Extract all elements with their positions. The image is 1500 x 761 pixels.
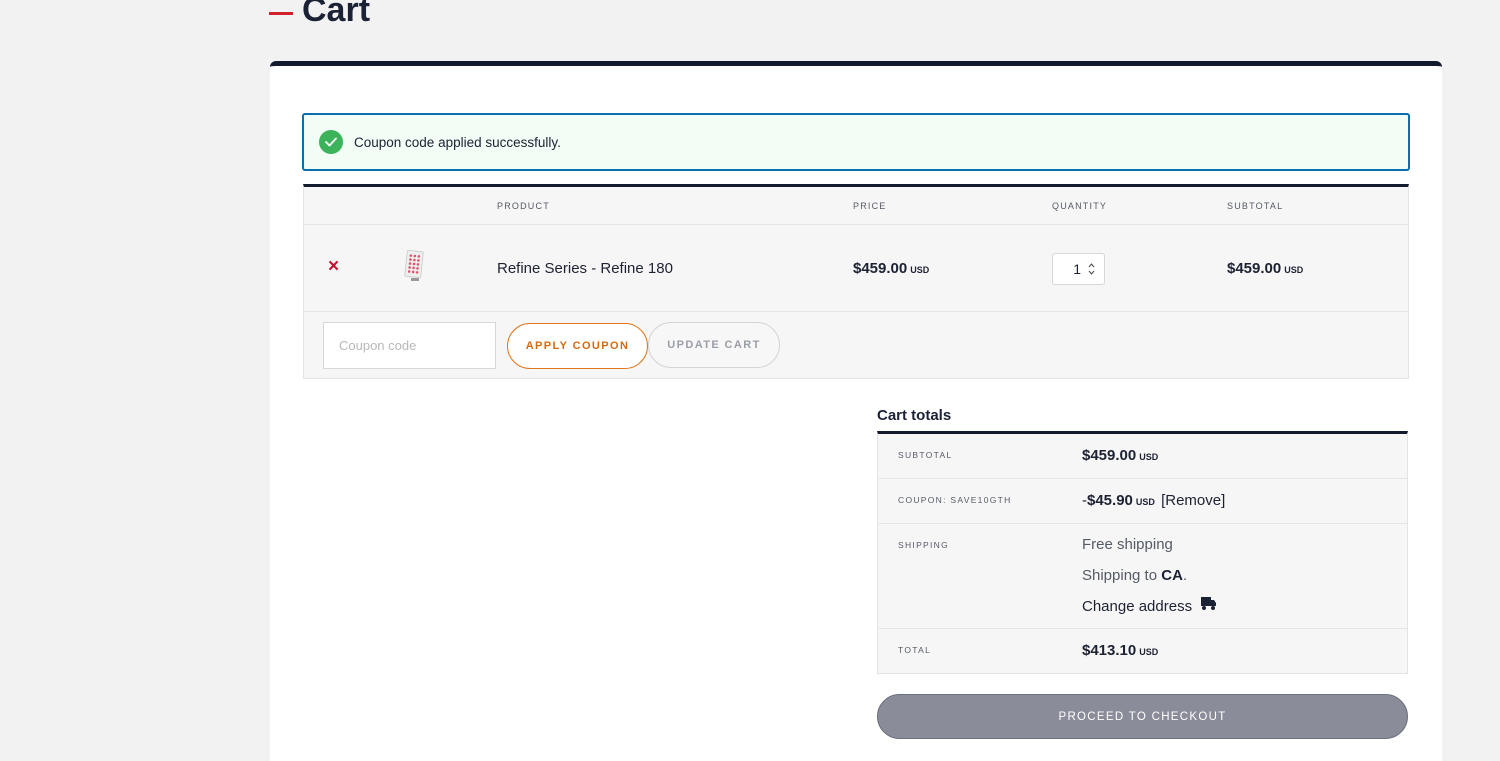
item-price-value: $459.00 (853, 260, 908, 277)
totals-coupon-label: COUPON: SAVE10GTH (898, 495, 1012, 505)
cart-table: PRODUCT PRICE QUANTITY SUBTOTAL × Refine… (303, 184, 1409, 379)
check-circle-icon (319, 130, 343, 154)
cart-actions-row: APPLY COUPON UPDATE CART (304, 312, 1408, 378)
product-name-link[interactable]: Refine Series - Refine 180 (497, 260, 673, 277)
update-cart-button[interactable]: UPDATE CART (648, 322, 780, 368)
shipping-region: CA (1161, 567, 1183, 584)
totals-coupon-row: COUPON: SAVE10GTH -$45.90 USD [Remove] (878, 479, 1407, 524)
shipping-to-prefix: Shipping to (1082, 567, 1162, 584)
item-price: $459.00 USD (853, 260, 929, 277)
truck-icon[interactable] (1200, 591, 1217, 622)
change-address-text[interactable]: Change address (1082, 591, 1192, 622)
coupon-amount: $45.90 (1087, 492, 1133, 509)
page-title-wrap: Cart (269, 0, 370, 30)
shipping-to-suffix: . (1182, 567, 1188, 584)
header-quantity: QUANTITY (1052, 201, 1108, 211)
totals-total-value: $413.10 USD (1082, 642, 1158, 659)
item-subtotal-value: $459.00 (1227, 260, 1282, 277)
shipping-details: Free shipping Shipping to CA. Change add… (1082, 529, 1217, 622)
cart-card: Coupon code applied successfully. PRODUC… (270, 61, 1442, 761)
change-address-line: Change address (1082, 591, 1217, 622)
remove-coupon-link[interactable]: [Remove] (1161, 492, 1225, 509)
coupon-currency: USD (1135, 497, 1155, 507)
quantity-value[interactable]: 1 (1073, 261, 1081, 277)
totals-total-row: TOTAL $413.10 USD (878, 629, 1407, 673)
header-product: PRODUCT (497, 201, 550, 211)
totals-shipping-label: SHIPPING (898, 540, 950, 550)
cart-totals-title: Cart totals (877, 407, 952, 424)
table-header-row: PRODUCT PRICE QUANTITY SUBTOTAL (304, 187, 1408, 225)
totals-coupon-value: -$45.90 USD [Remove] (1082, 492, 1225, 509)
change-address-link[interactable]: Change address (1082, 591, 1217, 622)
title-accent-dash (269, 11, 293, 15)
header-subtotal: SUBTOTAL (1227, 201, 1284, 211)
totals-subtotal-label: SUBTOTAL (898, 450, 953, 460)
total-amount: $413.10 (1082, 642, 1137, 659)
totals-shipping-row: SHIPPING Free shipping Shipping to CA. C… (878, 524, 1407, 629)
coupon-code-input[interactable] (323, 322, 496, 369)
apply-coupon-button[interactable]: APPLY COUPON (507, 323, 648, 369)
page-title: Cart (302, 0, 371, 29)
totals-total-label: TOTAL (898, 645, 932, 655)
table-row: × Refine Series - Refine 180 $459.00USD (304, 225, 1408, 312)
cart-totals-table: SUBTOTAL $459.00 USD COUPON: SAVE10GTH -$… (877, 431, 1408, 674)
success-notice: Coupon code applied successfully. (302, 113, 1410, 171)
shipping-method: Free shipping (1082, 536, 1173, 553)
subtotal-amount: $459.00 (1082, 447, 1137, 464)
totals-subtotal-row: SUBTOTAL $459.00 USD (878, 434, 1407, 479)
notice-message: Coupon code applied successfully. (354, 134, 561, 150)
proceed-to-checkout-button[interactable]: PROCEED TO CHECKOUT (877, 694, 1408, 739)
spinner-arrows-icon[interactable] (1088, 262, 1095, 276)
total-currency: USD (1139, 647, 1159, 657)
quantity-spinner[interactable] (1088, 262, 1095, 276)
shipping-destination: Shipping to CA. (1082, 560, 1217, 591)
item-price-currency: USD (910, 265, 930, 275)
item-subtotal-currency: USD (1284, 265, 1304, 275)
totals-subtotal-value: $459.00 USD (1082, 447, 1158, 464)
product-thumbnail[interactable] (400, 249, 428, 283)
subtotal-currency: USD (1139, 452, 1159, 462)
quantity-stepper[interactable]: 1 (1052, 253, 1105, 285)
item-subtotal: $459.00 USD (1227, 260, 1303, 277)
header-price: PRICE (853, 201, 887, 211)
remove-item-button[interactable]: × (328, 257, 342, 277)
